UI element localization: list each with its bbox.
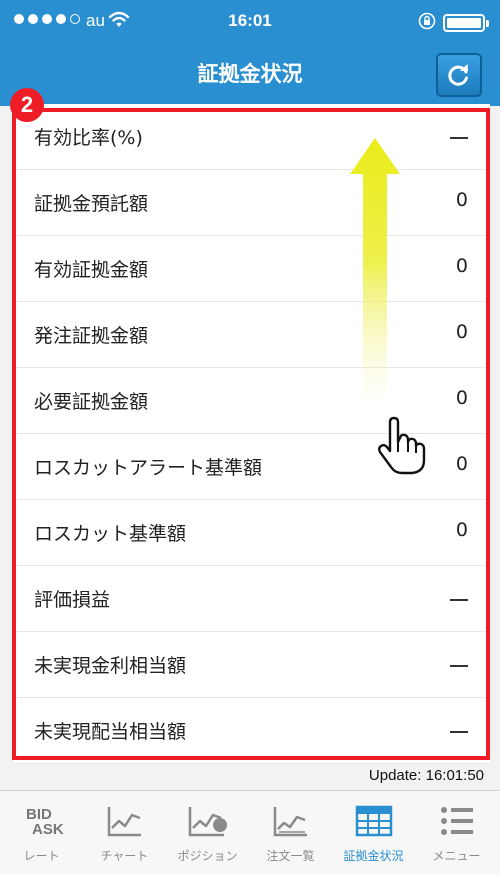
row-value: 0 [455,189,468,211]
list-item: 証拠金預託額 0 [14,170,490,236]
update-bar: Update: 16:01:50 [0,764,500,790]
row-value: 0 [455,519,468,541]
tab-margin-status[interactable]: 証拠金状況 [332,791,415,874]
row-label: 未実現配当相当額 [34,721,187,743]
row-value-empty [450,665,468,667]
tab-label: 注文一覧 [266,849,315,863]
header: au 16:01 証拠金状況 [0,0,500,106]
status-bar: au 16:01 [0,0,500,44]
tab-chart[interactable]: チャート [83,791,166,874]
list-item: 未実現金利相当額 [14,632,490,698]
list-item: 未実現配当相当額 [14,698,490,764]
row-value: 0 [455,387,468,409]
battery-icon [443,14,489,32]
row-label: 未実現金利相当額 [34,655,187,677]
swipe-hand-icon [378,416,426,475]
menu-icon [440,807,473,835]
row-label: 発注証拠金額 [34,325,149,347]
tab-rate[interactable]: BID ASK レート [0,791,83,874]
row-value: 0 [455,453,468,475]
refresh-button[interactable] [436,53,482,97]
row-label: ロスカット基準額 [34,523,187,545]
list-item: 発注証拠金額 0 [14,302,490,368]
tab-position[interactable]: ポジション [166,791,249,874]
step-badge: 2 [10,88,44,122]
row-value-empty [450,731,468,733]
tab-label: 証拠金状況 [343,849,404,863]
tab-label: メニュー [432,849,481,863]
margin-status-icon [355,805,392,837]
chart-icon [107,807,141,837]
row-label: 必要証拠金額 [34,391,149,413]
bid-ask-icon: BID ASK [26,806,64,838]
row-label: 有効証拠金額 [34,259,149,281]
tab-label: ポジション [177,849,238,863]
row-value: 0 [455,321,468,343]
scroll-up-arrow-icon [350,138,400,408]
list-item: ロスカット基準額 0 [14,500,490,566]
row-label: ロスカットアラート基準額 [34,457,263,479]
row-value-empty [450,599,468,601]
refresh-icon [448,64,468,86]
position-icon [188,807,227,837]
tab-label: レート [23,849,60,863]
row-value: 0 [455,255,468,277]
rotation-lock-icon [418,12,436,30]
order-list-icon [273,807,307,837]
page-title: 証拠金状況 [197,62,303,86]
tab-bar: BID ASK レート チャート ポジション 注文一覧 証拠金状況 メニュー [0,790,500,874]
tab-label: チャート [100,849,149,863]
update-timestamp: Update: 16:01:50 [368,767,484,784]
row-label: 評価損益 [34,589,111,611]
ask-text: ASK [32,821,64,838]
row-label: 証拠金預託額 [34,193,149,215]
list-item: 有効証拠金額 0 [14,236,490,302]
tab-menu[interactable]: メニュー [415,791,498,874]
list-item: 有効比率(%) [14,104,490,170]
tab-order-list[interactable]: 注文一覧 [249,791,332,874]
list-item: 評価損益 [14,566,490,632]
row-label: 有効比率(%) [34,127,143,149]
row-value-empty [450,137,468,139]
